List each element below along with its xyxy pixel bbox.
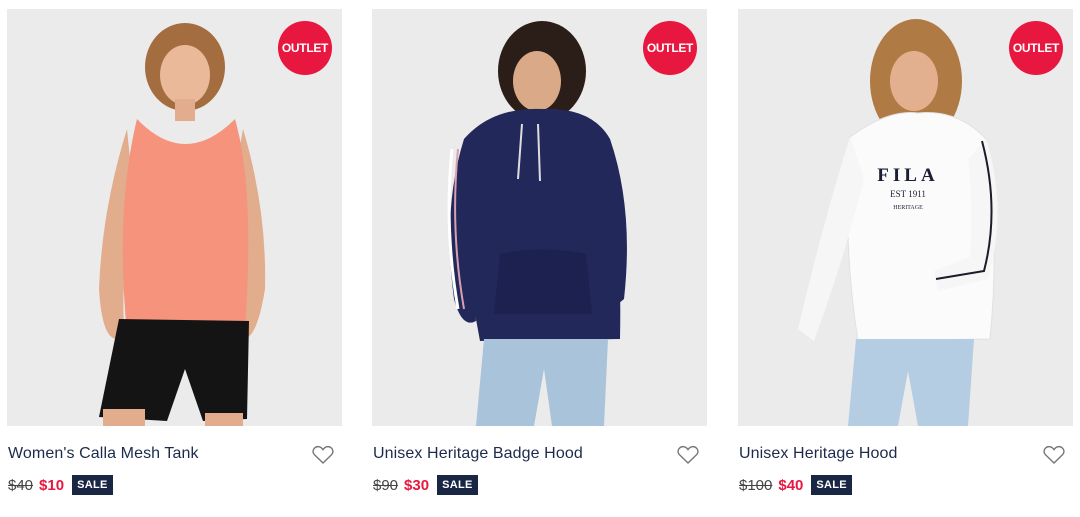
price-row: $90 $30 SALE — [373, 473, 478, 497]
outlet-badge: OUTLET — [1009, 21, 1063, 75]
sale-tag: SALE — [437, 475, 478, 495]
product-grid: OUTLET Women's Calla Mesh Tank $40 $10 S… — [0, 0, 1080, 517]
heart-icon[interactable] — [312, 445, 334, 465]
outlet-badge: OUTLET — [643, 21, 697, 75]
outlet-badge: OUTLET — [278, 21, 332, 75]
product-title[interactable]: Women's Calla Mesh Tank — [8, 445, 199, 463]
sale-price: $30 — [404, 476, 430, 494]
heart-icon[interactable] — [677, 445, 699, 465]
sale-tag: SALE — [811, 475, 852, 495]
product-card[interactable]: OUTLET Unisex Heritage Badge Hood $90 $3… — [372, 9, 707, 509]
product-title[interactable]: Unisex Heritage Hood — [739, 445, 898, 463]
product-image[interactable]: FILA EST 1911 HERITAGE OUTLET — [738, 9, 1073, 426]
sale-tag: SALE — [72, 475, 113, 495]
product-card[interactable]: OUTLET Women's Calla Mesh Tank $40 $10 S… — [7, 9, 342, 509]
original-price: $100 — [739, 476, 773, 494]
product-image[interactable]: OUTLET — [7, 9, 342, 426]
original-price: $90 — [373, 476, 399, 494]
price-row: $100 $40 SALE — [739, 473, 852, 497]
sale-price: $40 — [778, 476, 804, 494]
price-row: $40 $10 SALE — [8, 473, 113, 497]
sale-price: $10 — [39, 476, 65, 494]
print-heritage: HERITAGE — [893, 205, 923, 211]
original-price: $40 — [8, 476, 34, 494]
product-card[interactable]: FILA EST 1911 HERITAGE OUTLET Unisex Her… — [738, 9, 1073, 509]
product-image[interactable]: OUTLET — [372, 9, 707, 426]
print-logo: FILA — [877, 165, 938, 186]
product-title[interactable]: Unisex Heritage Badge Hood — [373, 445, 583, 463]
heart-icon[interactable] — [1043, 445, 1065, 465]
print-est: EST 1911 — [890, 189, 926, 199]
